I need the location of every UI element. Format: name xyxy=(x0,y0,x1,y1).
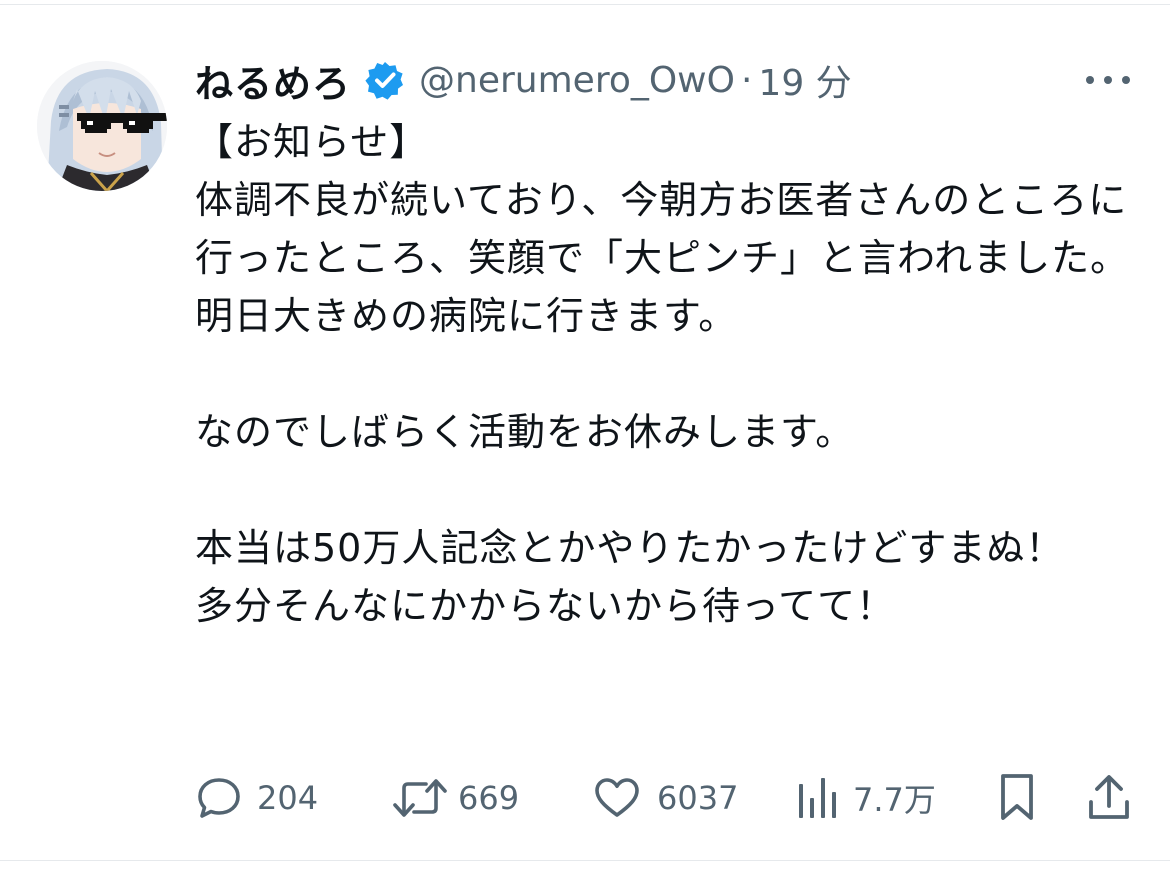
views-bar-chart-icon xyxy=(799,778,836,818)
tweet-header: ねるめろ @nerumero_OwO · 19 分 xyxy=(195,52,852,108)
heart-icon xyxy=(595,778,639,817)
views-button[interactable]: 7.7万 xyxy=(795,770,936,826)
tweet-body: 【お知らせ】 体調不良が続いており、今朝方お医者さんのところに行ったところ、笑顔… xyxy=(195,120,1130,628)
bookmark-button[interactable] xyxy=(995,770,1039,826)
timestamp[interactable]: 19 分 xyxy=(758,54,851,106)
verified-badge-icon xyxy=(365,60,405,100)
retweet-icon xyxy=(393,779,447,817)
reply-button[interactable]: 204 xyxy=(195,770,318,826)
reply-count: 204 xyxy=(257,779,319,817)
user-handle[interactable]: @nerumero_OwO xyxy=(419,60,735,101)
share-button[interactable] xyxy=(1085,770,1133,826)
retweet-button[interactable]: 669 xyxy=(392,770,519,826)
views-count: 7.7万 xyxy=(853,781,936,819)
reply-bubble-icon xyxy=(198,778,240,818)
avatar[interactable] xyxy=(37,61,167,191)
avatar-image xyxy=(37,61,167,191)
share-upload-icon xyxy=(1089,775,1129,819)
top-divider xyxy=(0,4,1170,5)
like-button[interactable]: 6037 xyxy=(593,770,738,826)
retweet-count: 669 xyxy=(458,779,520,817)
more-dots-icon[interactable] xyxy=(1086,66,1130,94)
like-count: 6037 xyxy=(657,779,739,817)
bottom-divider xyxy=(0,860,1170,861)
bookmark-icon xyxy=(1001,774,1033,820)
header-separator: · xyxy=(740,59,753,101)
display-name[interactable]: ねるめろ xyxy=(195,53,351,108)
action-bar: 204 669 6037 7.7万 xyxy=(195,770,1135,826)
